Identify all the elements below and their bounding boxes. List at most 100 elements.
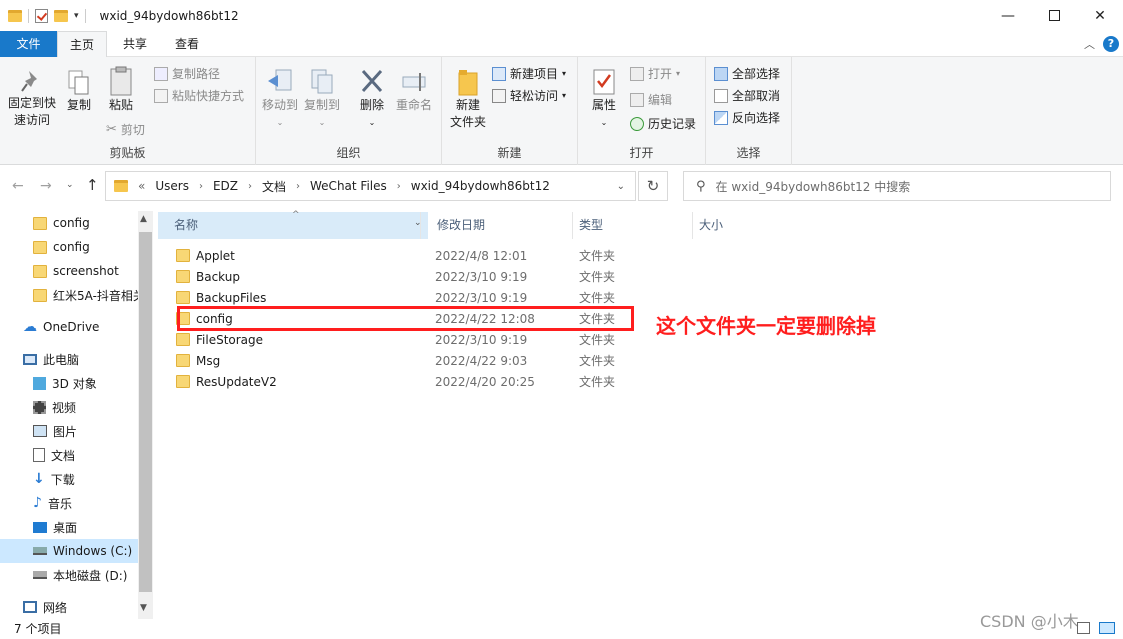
breadcrumb-wechat-files[interactable]: WeChat Files [310, 179, 387, 193]
pin-quick-access-button[interactable]: 固定到快 速访问 [6, 69, 58, 129]
cut-button[interactable]: ✂ 剪切 [106, 121, 145, 138]
address-dropdown-icon[interactable]: ⌄ [617, 181, 625, 192]
nav-item-onedrive[interactable]: ☁ OneDrive [0, 315, 138, 339]
new-folder-icon [458, 70, 478, 96]
address-bar[interactable]: « Users › EDZ › 文档 › WeChat Files › wxid… [105, 171, 636, 201]
chevron-right-icon[interactable]: › [397, 181, 401, 192]
properties-label: 属性 [591, 98, 616, 112]
new-item-button[interactable]: 新建项目 ▾ [492, 65, 566, 82]
nav-item-disk-d[interactable]: 本地磁盘 (D:) [0, 563, 138, 587]
breadcrumb-users[interactable]: Users [155, 179, 189, 193]
nav-item-3d-objects[interactable]: 3D 对象 [0, 371, 138, 395]
customize-toolbar-icon[interactable]: ▾ [74, 11, 79, 21]
nav-label: 3D 对象 [52, 376, 97, 391]
copy-path-label: 复制路径 [172, 67, 221, 81]
nav-item-screenshot[interactable]: screenshot [0, 259, 138, 283]
large-icons-view-icon[interactable] [1099, 622, 1115, 634]
file-row[interactable]: FileStorage 2022/3/10 9:19 文件夹 [170, 329, 640, 350]
close-icon: ✕ [1094, 7, 1106, 24]
nav-item-videos[interactable]: 视频 [0, 395, 138, 419]
breadcrumb-wxid[interactable]: wxid_94bydowh86bt12 [411, 179, 550, 193]
tab-file[interactable]: 文件 [0, 31, 57, 57]
folder-icon [176, 249, 190, 262]
column-type[interactable]: 类型 [572, 212, 692, 239]
properties-quick-icon[interactable] [35, 8, 48, 23]
breadcrumb-edz[interactable]: EDZ [213, 179, 238, 193]
paste-shortcut-button[interactable]: 粘贴快捷方式 [154, 87, 244, 104]
nav-item-desktop[interactable]: 桌面 [0, 515, 138, 539]
edit-button[interactable]: 编辑 [630, 91, 672, 108]
nav-item-config-2[interactable]: config [0, 235, 138, 259]
tab-view[interactable]: 查看 [163, 31, 211, 57]
search-box[interactable]: ⚲ 在 wxid_94bydowh86bt12 中搜索 [683, 171, 1111, 201]
refresh-button[interactable]: ↻ [638, 171, 668, 201]
column-size[interactable]: 大小 [692, 212, 772, 239]
column-date[interactable]: 修改日期 [420, 212, 570, 239]
scroll-down-icon[interactable]: ▼ [140, 603, 147, 613]
nav-item-this-pc[interactable]: 此电脑 [0, 347, 138, 371]
recent-locations-icon[interactable]: ⌄ [66, 180, 74, 190]
nav-item-config[interactable]: config [0, 211, 138, 235]
collapse-ribbon-icon[interactable]: ︿ [1084, 36, 1095, 52]
open-button[interactable]: 打开 ▾ [630, 65, 680, 82]
forward-icon[interactable]: → [40, 178, 52, 194]
chevron-right-icon[interactable]: › [296, 181, 300, 192]
copy-to-button[interactable]: 复制到 ⌄ [302, 67, 342, 131]
back-icon[interactable]: ← [12, 178, 24, 194]
nav-item-pictures[interactable]: 图片 [0, 419, 138, 443]
up-icon[interactable]: ↑ [86, 176, 99, 194]
new-folder-quick-icon[interactable] [54, 9, 68, 22]
easy-access-button[interactable]: 轻松访问 ▾ [492, 87, 566, 104]
chevron-right-icon[interactable]: › [199, 181, 203, 192]
file-row[interactable]: Msg 2022/4/22 9:03 文件夹 [170, 350, 640, 371]
paste-button[interactable]: 粘贴 [104, 65, 138, 114]
select-none-button[interactable]: 全部取消 [714, 87, 780, 104]
nav-label: 视频 [52, 400, 77, 415]
history-button[interactable]: 历史记录 [630, 115, 696, 132]
nav-item-downloads[interactable]: ↓ 下载 [0, 467, 138, 491]
help-icon[interactable]: ? [1103, 36, 1119, 52]
nav-item-network[interactable]: 网络 [0, 595, 138, 619]
nav-label: Windows (C:) [53, 544, 133, 558]
invert-selection-button[interactable]: 反向选择 [714, 109, 780, 126]
breadcrumb-documents[interactable]: 文档 [262, 178, 286, 195]
file-row[interactable]: Applet 2022/4/8 12:01 文件夹 [170, 245, 640, 266]
rename-button[interactable]: 重命名 [392, 67, 436, 114]
select-all-button[interactable]: 全部选择 [714, 65, 780, 82]
new-folder-button[interactable]: 新建 文件夹 [446, 67, 490, 131]
copy-path-button[interactable]: 复制路径 [154, 65, 220, 82]
file-row[interactable]: Backup 2022/3/10 9:19 文件夹 [170, 266, 640, 287]
copy-button[interactable]: 复制 [62, 69, 96, 114]
folder-icon [33, 240, 47, 254]
address-overflow[interactable]: « [138, 179, 145, 193]
minimize-button[interactable]: — [985, 0, 1031, 31]
nav-item-documents[interactable]: 文档 [0, 443, 138, 467]
file-row[interactable]: ResUpdateV2 2022/4/20 20:25 文件夹 [170, 371, 640, 392]
tab-home[interactable]: 主页 [57, 31, 107, 58]
tab-share[interactable]: 共享 [112, 31, 158, 57]
nav-item-redmi[interactable]: 红米5A-抖音相关 [0, 283, 138, 307]
select-group-label: 选择 [736, 146, 761, 160]
file-type: 文件夹 [579, 249, 616, 263]
properties-button[interactable]: 属性 ⌄ [584, 67, 624, 131]
chevron-right-icon[interactable]: › [248, 181, 252, 192]
copy-to-label: 复制到 [303, 98, 340, 112]
column-size-label: 大小 [699, 218, 724, 232]
scroll-up-icon[interactable]: ▲ [140, 214, 147, 224]
file-date: 2022/3/10 9:19 [435, 332, 528, 347]
select-group: 全部选择 全部取消 反向选择 选择 [706, 57, 792, 165]
close-button[interactable]: ✕ [1077, 0, 1123, 31]
organize-group: 移动到 ⌄ 复制到 ⌄ 删除 ⌄ 重命名 组织 [256, 57, 442, 165]
nav-item-music[interactable]: ♪ 音乐 [0, 491, 138, 515]
move-to-button[interactable]: 移动到 ⌄ [260, 67, 300, 131]
document-icon [33, 448, 45, 462]
details-view-icon[interactable] [1077, 622, 1090, 634]
file-row[interactable]: BackupFiles 2022/3/10 9:19 文件夹 [170, 287, 640, 308]
scrollbar-thumb[interactable] [139, 232, 152, 592]
nav-label: screenshot [53, 264, 119, 278]
nav-label: 本地磁盘 (D:) [53, 568, 128, 583]
delete-button[interactable]: 删除 ⌄ [352, 67, 392, 131]
nav-item-windows-c[interactable]: Windows (C:) [0, 539, 138, 563]
file-date: 2022/3/10 9:19 [435, 290, 528, 305]
maximize-button[interactable] [1031, 0, 1077, 31]
